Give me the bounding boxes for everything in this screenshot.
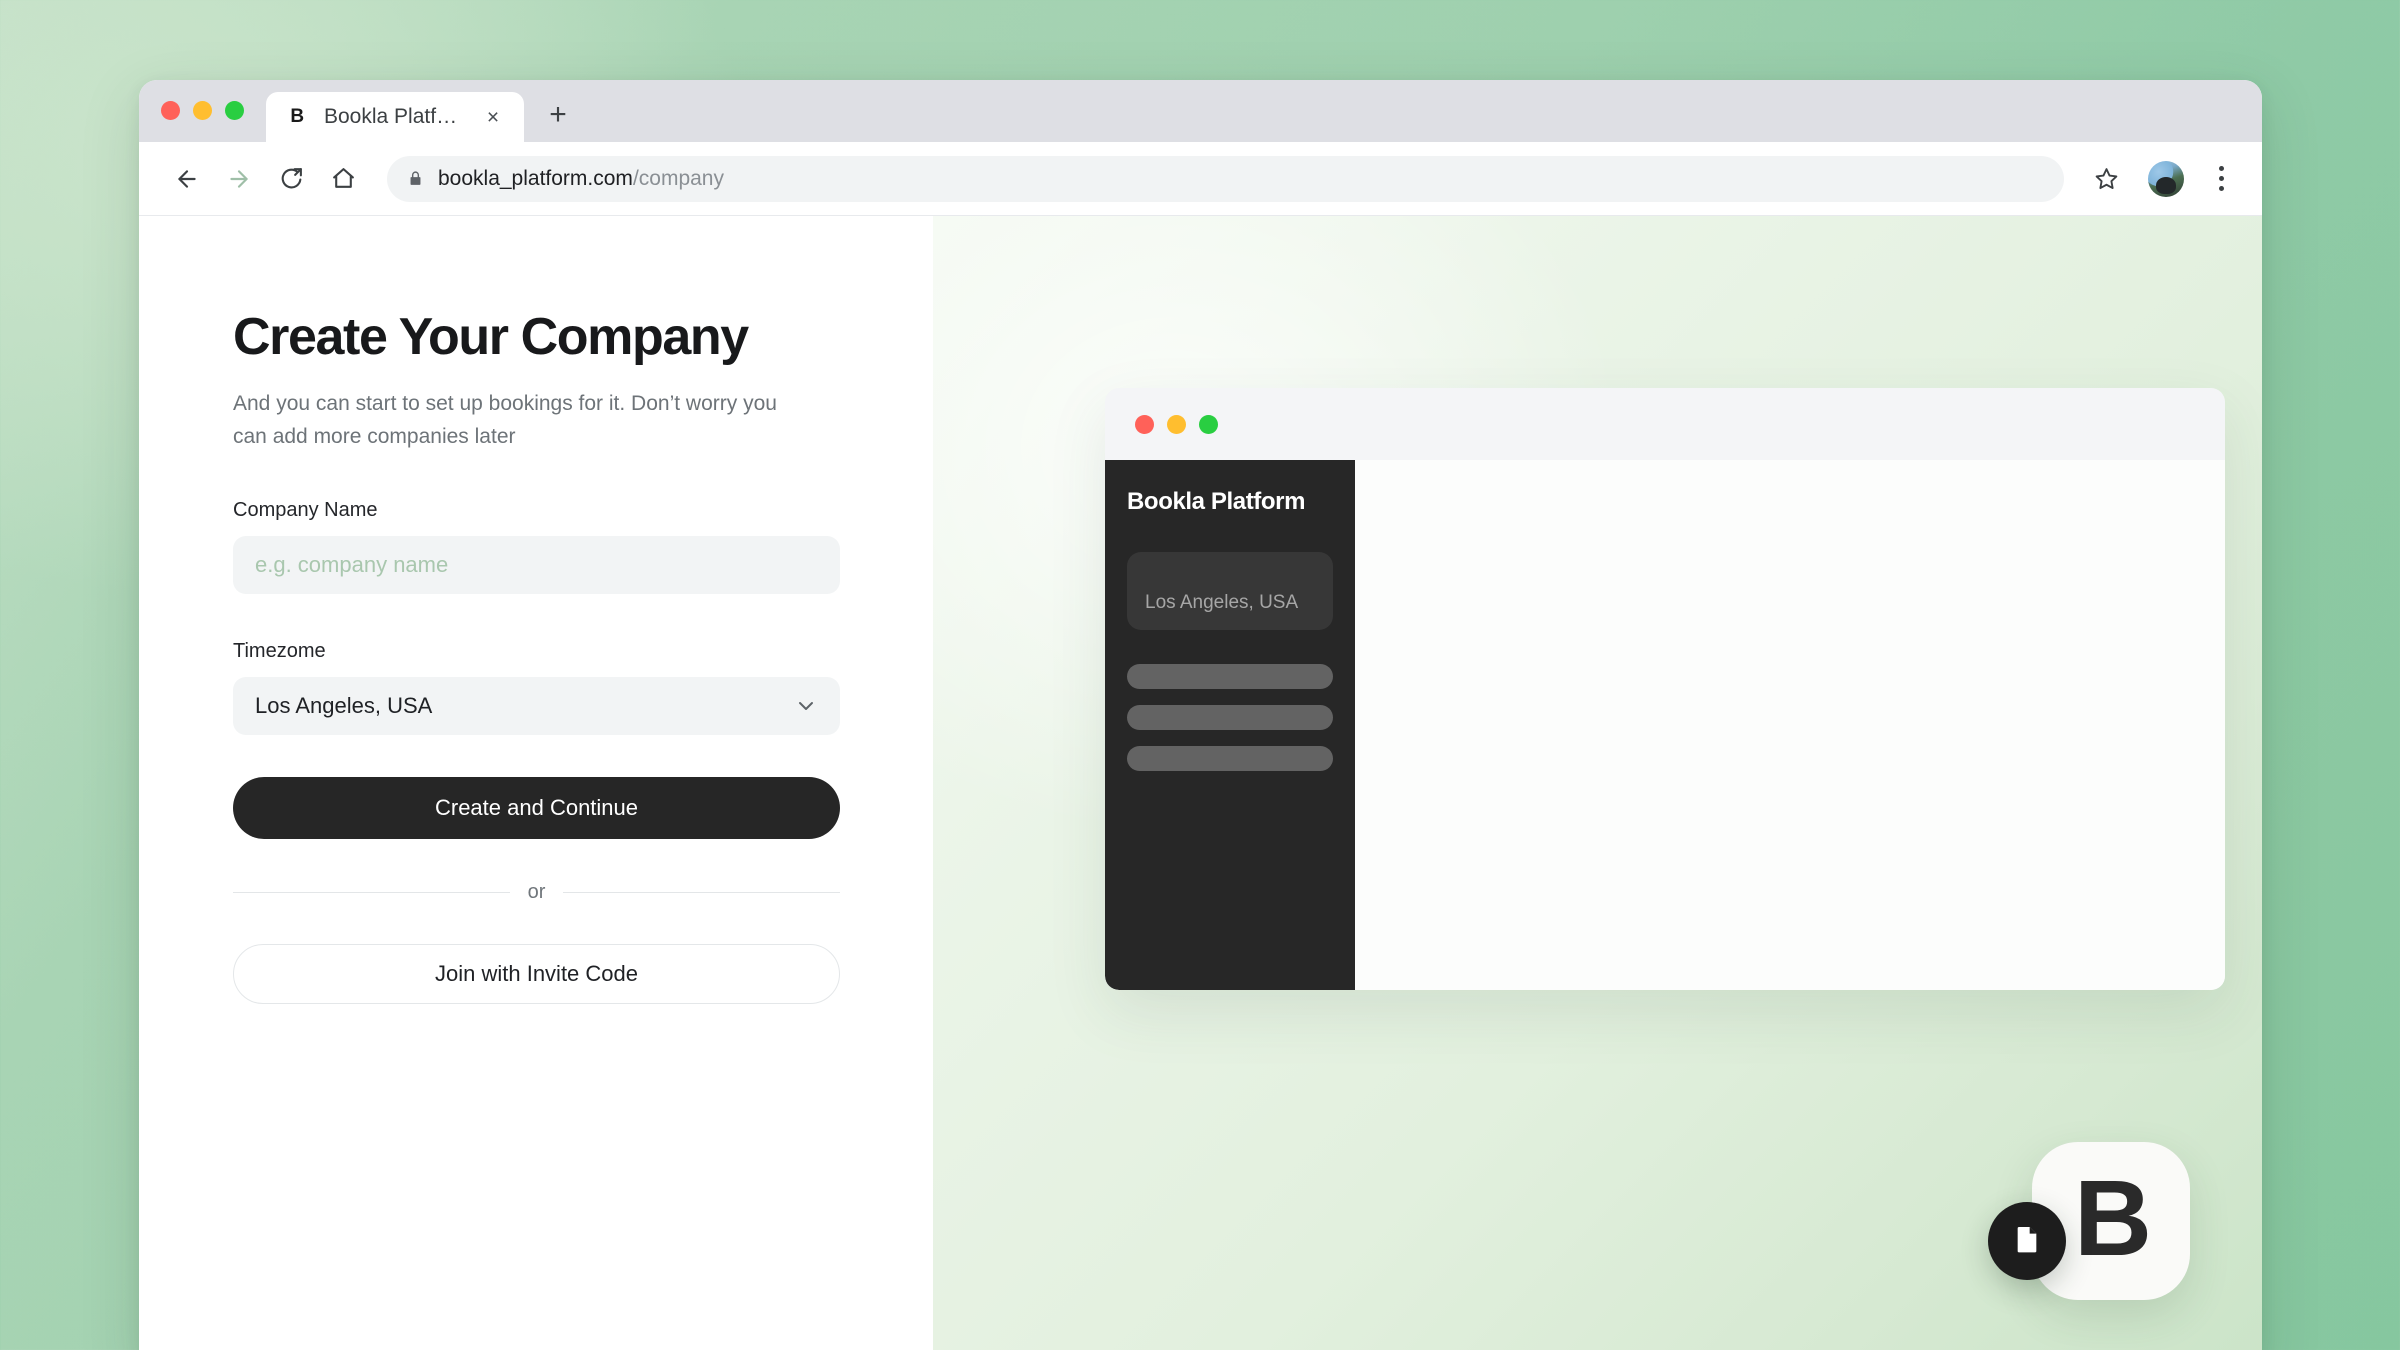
url-text: bookla_platform.com/company: [438, 167, 724, 191]
company-name-input[interactable]: e.g. company name: [233, 536, 840, 595]
tab-favicon-icon: B: [284, 104, 310, 130]
tab-title: Bookla Platform: [324, 105, 466, 128]
divider: or: [233, 881, 841, 904]
create-and-continue-button[interactable]: Create and Continue: [233, 777, 840, 840]
document-chip: [1988, 1202, 2066, 1280]
divider-line-left: [233, 892, 510, 894]
profile-avatar[interactable]: [2148, 160, 2184, 197]
company-name-label: Company Name: [233, 499, 378, 522]
mockup-placeholder-bar: [1127, 746, 1333, 771]
lock-icon: [407, 170, 424, 187]
mockup-minimize-dot: [1167, 414, 1186, 434]
mockup-nav-placeholders: [1127, 664, 1333, 771]
divider-label: or: [527, 881, 546, 904]
app-preview-mockup: Bookla Platform Los Angeles, USA: [1105, 388, 2225, 990]
minimize-window-button[interactable]: [193, 100, 212, 120]
mockup-maximize-dot: [1199, 414, 1218, 434]
address-bar[interactable]: bookla_platform.com/company: [387, 155, 2064, 202]
divider-line-right: [563, 892, 841, 894]
browser-tab[interactable]: B Bookla Platform ×: [266, 92, 524, 142]
close-window-button[interactable]: [161, 100, 180, 120]
page-title: Create Your Company: [233, 308, 749, 366]
form-pane: Create Your Company And you can start to…: [139, 216, 933, 1350]
window-controls: [161, 80, 244, 142]
join-with-invite-code-button[interactable]: Join with Invite Code: [233, 944, 840, 1005]
page-subtitle: And you can start to set up bookings for…: [233, 392, 777, 448]
chevron-down-icon: [794, 694, 818, 718]
mockup-content-area: [1355, 460, 2225, 990]
browser-window: B Bookla Platform × + bookla_platform.co…: [139, 80, 2262, 1350]
mockup-title-bar: [1105, 388, 2225, 460]
logo-letter: B: [2074, 1157, 2152, 1278]
timezone-label: Timezome: [233, 640, 326, 663]
forward-arrow-icon[interactable]: [217, 157, 261, 201]
mockup-body: Bookla Platform Los Angeles, USA: [1105, 460, 2225, 990]
timezone-select[interactable]: Los Angeles, USA: [233, 677, 840, 736]
mockup-sidebar: Bookla Platform Los Angeles, USA: [1105, 460, 1355, 990]
timezone-selected-value: Los Angeles, USA: [255, 693, 433, 719]
new-tab-button[interactable]: +: [540, 97, 576, 133]
mockup-brand-name: Bookla Platform: [1127, 488, 1306, 515]
mockup-card-text: Los Angeles, USA: [1145, 592, 1299, 613]
maximize-window-button[interactable]: [225, 100, 244, 120]
mockup-timezone-card: Los Angeles, USA: [1127, 552, 1333, 630]
browser-toolbar: bookla_platform.com/company: [139, 142, 2262, 216]
document-icon: [2011, 1223, 2043, 1260]
browser-tab-strip: B Bookla Platform × +: [139, 80, 2262, 142]
bookmark-star-icon[interactable]: [2086, 159, 2126, 199]
url-domain: bookla_platform.com: [438, 166, 633, 190]
mockup-placeholder-bar: [1127, 664, 1333, 689]
illustration-pane: Bookla Platform Los Angeles, USA B: [933, 216, 2262, 1350]
browser-menu-icon[interactable]: [2206, 166, 2236, 191]
page-content: Create Your Company And you can start to…: [139, 216, 2262, 1350]
url-path: /company: [632, 166, 724, 190]
close-tab-icon[interactable]: ×: [480, 104, 506, 130]
reload-icon[interactable]: [269, 157, 313, 201]
mockup-placeholder-bar: [1127, 705, 1333, 730]
home-icon[interactable]: [321, 157, 365, 201]
company-form: Create Your Company And you can start to…: [233, 308, 841, 1005]
mockup-close-dot: [1135, 414, 1154, 434]
back-arrow-icon[interactable]: [165, 157, 209, 201]
